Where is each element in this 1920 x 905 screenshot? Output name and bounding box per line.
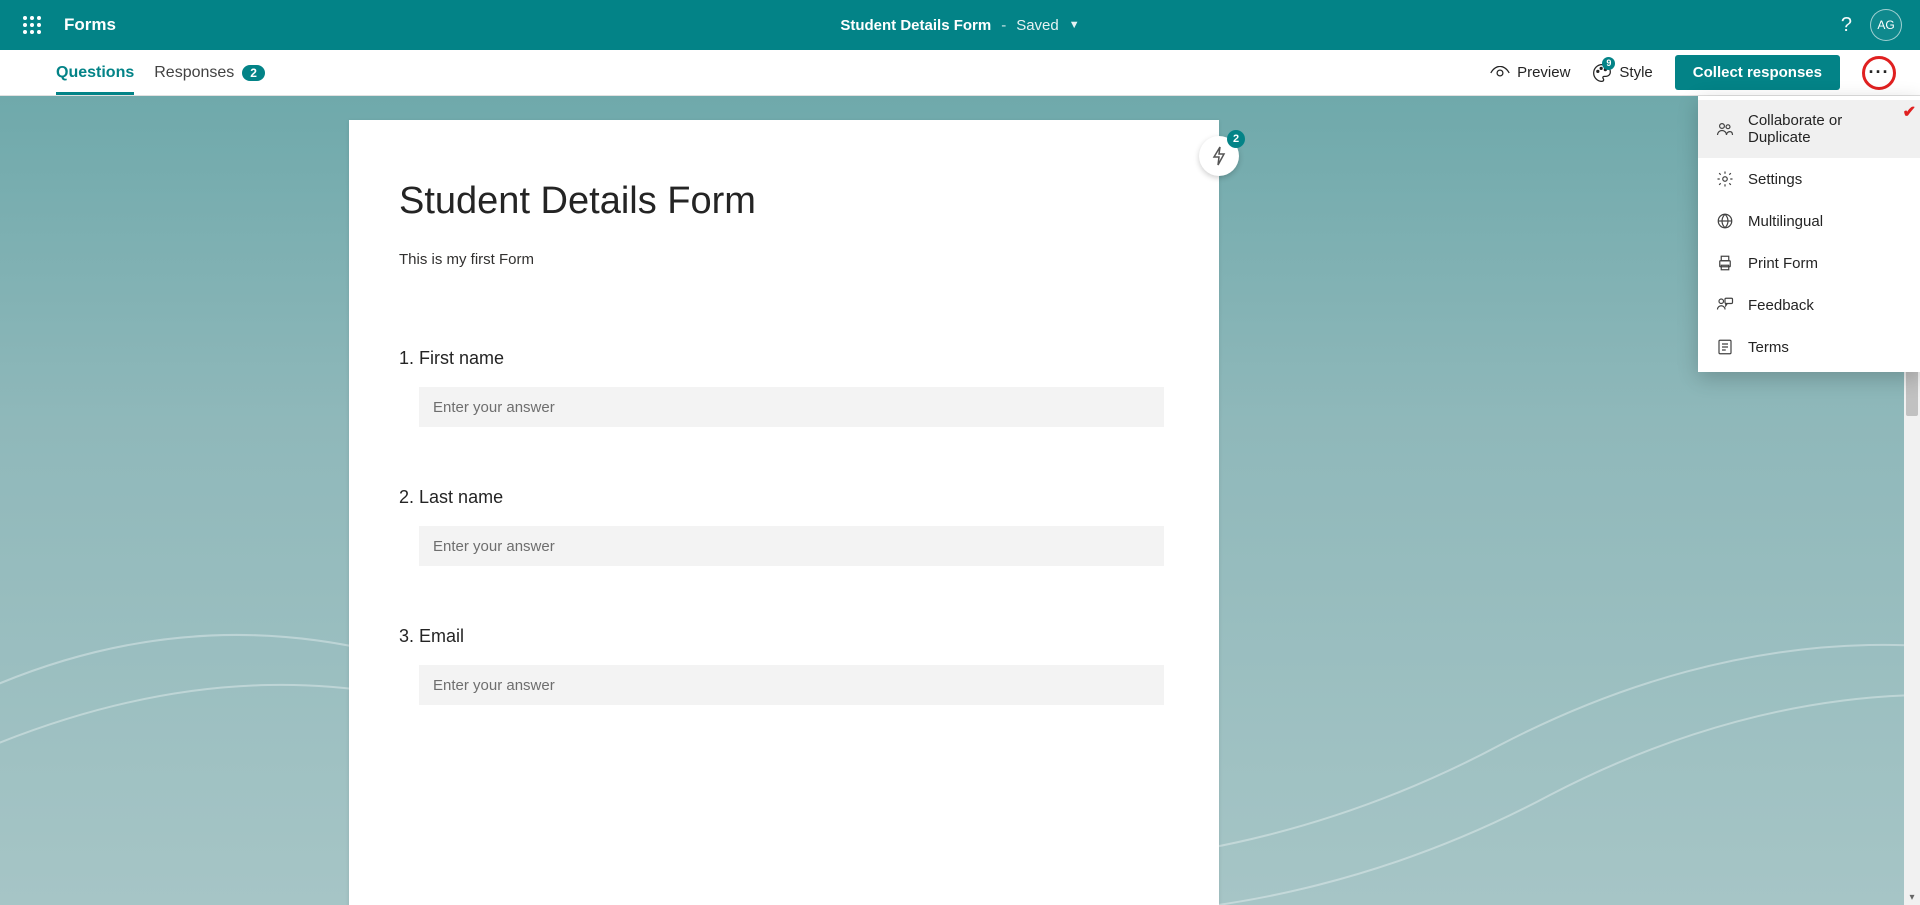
lightning-icon	[1211, 146, 1227, 166]
preview-button[interactable]: Preview	[1490, 64, 1570, 81]
eye-icon	[1490, 66, 1510, 80]
suggestions-count-badge: 2	[1227, 130, 1245, 148]
question-block[interactable]: 1. First name	[399, 348, 1169, 427]
menu-item-label: Multilingual	[1748, 213, 1823, 230]
suggestions-fab[interactable]: 2	[1199, 136, 1239, 176]
preview-label: Preview	[1517, 64, 1570, 81]
menu-multilingual[interactable]: Multilingual	[1698, 200, 1920, 242]
globe-icon	[1716, 212, 1734, 230]
printer-icon	[1716, 254, 1734, 272]
form-description[interactable]: This is my first Form	[399, 251, 1169, 268]
header-dash: -	[1001, 17, 1006, 34]
menu-item-label: Feedback	[1748, 297, 1814, 314]
form-card: 2 Student Details Form This is my first …	[349, 120, 1219, 905]
gear-icon	[1716, 170, 1734, 188]
check-icon: ✔	[1903, 102, 1916, 122]
menu-collaborate-or-duplicate[interactable]: Collaborate or Duplicate ✔	[1698, 100, 1920, 158]
ellipsis-icon: ···	[1869, 62, 1890, 83]
help-button[interactable]: ?	[1841, 14, 1852, 37]
responses-count-badge: 2	[242, 65, 265, 81]
collect-responses-button[interactable]: Collect responses	[1675, 55, 1840, 90]
feedback-icon	[1716, 296, 1734, 314]
question-label: 3. Email	[399, 626, 1169, 647]
scroll-down-arrow-icon[interactable]: ▾	[1904, 889, 1920, 905]
user-avatar[interactable]: AG	[1870, 9, 1902, 41]
more-options-button[interactable]: ···	[1862, 56, 1896, 90]
header-title-group: Student Details Form - Saved ▼	[840, 17, 1079, 34]
style-badge: 9	[1602, 57, 1615, 70]
chevron-down-icon[interactable]: ▼	[1069, 19, 1080, 31]
app-launcher-button[interactable]	[8, 1, 56, 49]
question-label: 1. First name	[399, 348, 1169, 369]
question-block[interactable]: 2. Last name	[399, 487, 1169, 566]
last-name-input[interactable]	[419, 526, 1164, 566]
sub-header: Questions Responses 2 Preview 9 Style Co…	[0, 50, 1920, 96]
people-icon	[1716, 120, 1734, 138]
tab-responses-label: Responses	[154, 64, 234, 82]
first-name-input[interactable]	[419, 387, 1164, 427]
header-form-title: Student Details Form	[840, 17, 991, 34]
email-input[interactable]	[419, 665, 1164, 705]
app-header: Forms Student Details Form - Saved ▼ ? A…	[0, 0, 1920, 50]
waffle-icon	[23, 16, 41, 34]
style-label: Style	[1619, 64, 1652, 81]
style-button[interactable]: 9 Style	[1592, 63, 1652, 83]
tab-questions[interactable]: Questions	[56, 50, 134, 95]
menu-item-label: Print Form	[1748, 255, 1818, 272]
header-saved-label: Saved	[1016, 17, 1059, 34]
menu-item-label: Terms	[1748, 339, 1789, 356]
menu-item-label: Settings	[1748, 171, 1802, 188]
menu-feedback[interactable]: Feedback	[1698, 284, 1920, 326]
more-options-dropdown: Collaborate or Duplicate ✔ Settings Mult…	[1698, 96, 1920, 372]
question-label: 2. Last name	[399, 487, 1169, 508]
menu-item-label: Collaborate or Duplicate	[1748, 112, 1902, 146]
menu-print-form[interactable]: Print Form	[1698, 242, 1920, 284]
question-block[interactable]: 3. Email	[399, 626, 1169, 705]
app-name[interactable]: Forms	[64, 15, 116, 35]
menu-settings[interactable]: Settings	[1698, 158, 1920, 200]
tab-responses[interactable]: Responses 2	[154, 50, 265, 95]
menu-terms[interactable]: Terms	[1698, 326, 1920, 368]
tab-questions-label: Questions	[56, 64, 134, 82]
terms-icon	[1716, 338, 1734, 356]
canvas-area: 2 Student Details Form This is my first …	[0, 96, 1920, 905]
form-title[interactable]: Student Details Form	[399, 180, 1169, 223]
